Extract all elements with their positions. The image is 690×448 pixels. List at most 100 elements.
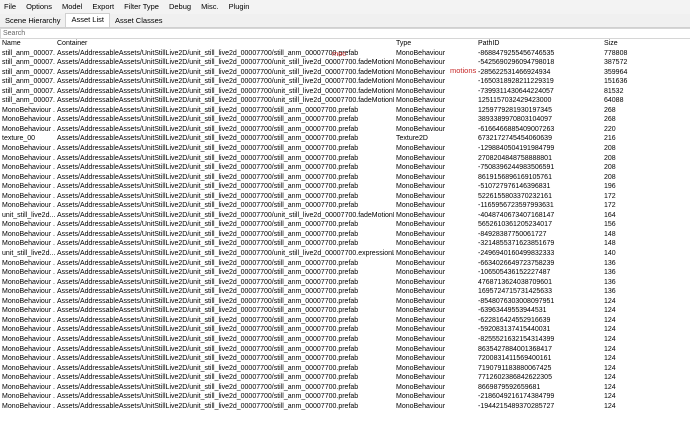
search-input[interactable]: Search bbox=[0, 28, 690, 39]
tab-asset-list[interactable]: Asset List bbox=[65, 13, 110, 27]
table-row[interactable]: MonoBehaviour ... Assets/AddressableAsset… bbox=[0, 383, 690, 393]
cell-name: MonoBehaviour ... bbox=[2, 183, 55, 191]
cell-name: MonoBehaviour ... bbox=[2, 106, 55, 114]
menu-plugin[interactable]: Plugin bbox=[224, 0, 255, 14]
menu-options[interactable]: Options bbox=[21, 0, 57, 14]
table-row[interactable]: still_anm_00007... Assets/AddressableAsse… bbox=[0, 58, 690, 68]
cell-name: MonoBehaviour ... bbox=[2, 278, 55, 286]
table-row[interactable]: MonoBehaviour ... Assets/AddressableAsset… bbox=[0, 259, 690, 269]
cell-name: still_anm_00007... bbox=[2, 68, 55, 76]
cell-type: MonoBehaviour bbox=[396, 335, 446, 343]
cell-container: Assets/AddressableAssets/UnitStillLive2D… bbox=[57, 393, 359, 401]
column-header-name[interactable]: Name bbox=[0, 39, 55, 49]
cell-type: MonoBehaviour bbox=[396, 230, 446, 238]
cell-name: MonoBehaviour ... bbox=[2, 230, 55, 238]
tab-asset-classes[interactable]: Asset Classes bbox=[110, 15, 168, 27]
cell-pathid: 8619156896169105761 bbox=[478, 173, 552, 181]
cell-name: MonoBehaviour ... bbox=[2, 326, 55, 334]
table-row[interactable]: MonoBehaviour ... Assets/AddressableAsset… bbox=[0, 364, 690, 374]
cell-container: Assets/AddressableAssets/UnitStillLive2D… bbox=[57, 335, 359, 343]
table-row[interactable]: MonoBehaviour ... Assets/AddressableAsset… bbox=[0, 239, 690, 249]
table-row[interactable]: MonoBehaviour ... Assets/AddressableAsset… bbox=[0, 106, 690, 116]
table-row[interactable]: MonoBehaviour ... Assets/AddressableAsset… bbox=[0, 115, 690, 125]
table-row[interactable]: MonoBehaviour ... Assets/AddressableAsset… bbox=[0, 345, 690, 355]
table-row[interactable]: MonoBehaviour ... Assets/AddressableAsset… bbox=[0, 354, 690, 364]
table-row[interactable]: MonoBehaviour ... Assets/AddressableAsset… bbox=[0, 373, 690, 383]
table-row[interactable]: MonoBehaviour ... Assets/AddressableAsset… bbox=[0, 182, 690, 192]
table-row[interactable]: MonoBehaviour ... Assets/AddressableAsset… bbox=[0, 173, 690, 183]
cell-name: MonoBehaviour ... bbox=[2, 335, 55, 343]
table-row[interactable]: MonoBehaviour ... Assets/AddressableAsset… bbox=[0, 192, 690, 202]
column-header-pathid[interactable]: PathID bbox=[476, 39, 602, 49]
cell-size: 81532 bbox=[604, 87, 624, 95]
table-row[interactable]: unit_still_live2d... Assets/AddressableAs… bbox=[0, 211, 690, 221]
cell-type: MonoBehaviour bbox=[396, 278, 446, 286]
menu-debug[interactable]: Debug bbox=[164, 0, 196, 14]
cell-pathid: -84928387750061727 bbox=[478, 230, 547, 238]
table-row[interactable]: MonoBehaviour ... Assets/AddressableAsset… bbox=[0, 306, 690, 316]
column-header-container[interactable]: Container bbox=[55, 39, 394, 49]
table-row[interactable]: MonoBehaviour ... Assets/AddressableAsset… bbox=[0, 268, 690, 278]
cell-pathid: -5425690296094798018 bbox=[478, 59, 555, 67]
cell-name: MonoBehaviour ... bbox=[2, 374, 55, 382]
cell-pathid: 5226155803370232161 bbox=[478, 192, 552, 200]
table-row[interactable]: still_anm_00007... Assets/AddressableAsse… bbox=[0, 77, 690, 87]
cell-container: Assets/AddressableAssets/UnitStillLive2D… bbox=[57, 202, 359, 210]
cell-pathid: 8669879592659681 bbox=[478, 383, 541, 391]
cell-type: MonoBehaviour bbox=[396, 211, 446, 219]
cell-name: MonoBehaviour ... bbox=[2, 307, 55, 315]
table-row[interactable]: MonoBehaviour ... Assets/AddressableAsset… bbox=[0, 297, 690, 307]
table-row[interactable]: still_anm_00007... Assets/AddressableAsse… bbox=[0, 68, 690, 78]
table-row[interactable]: MonoBehaviour ... Assets/AddressableAsset… bbox=[0, 125, 690, 135]
cell-size: 172 bbox=[604, 202, 616, 210]
table-row[interactable]: MonoBehaviour ... Assets/AddressableAsset… bbox=[0, 201, 690, 211]
menu-model[interactable]: Model bbox=[57, 0, 87, 14]
menu-file[interactable]: File bbox=[0, 0, 21, 14]
cell-container: Assets/AddressableAssets/UnitStillLive2D… bbox=[57, 288, 359, 296]
table-row[interactable]: still_anm_00007... Assets/AddressableAsse… bbox=[0, 96, 690, 106]
table-row[interactable]: unit_still_live2d... Assets/AddressableAs… bbox=[0, 249, 690, 259]
table-row[interactable]: MonoBehaviour ... Assets/AddressableAsset… bbox=[0, 230, 690, 240]
cell-name: still_anm_00007... bbox=[2, 97, 55, 105]
cell-pathid: -622816424552916639 bbox=[478, 316, 551, 324]
menu-misc[interactable]: Misc. bbox=[196, 0, 224, 14]
cell-size: 387572 bbox=[604, 59, 628, 67]
cell-pathid: -1944215489370285727 bbox=[478, 402, 555, 410]
cell-pathid: -2496940160499832333 bbox=[478, 250, 555, 258]
table-row[interactable]: MonoBehaviour ... Assets/AddressableAsset… bbox=[0, 335, 690, 345]
cell-size: 124 bbox=[604, 307, 616, 315]
table-row[interactable]: MonoBehaviour ... Assets/AddressableAsset… bbox=[0, 325, 690, 335]
cell-name: MonoBehaviour ... bbox=[2, 173, 55, 181]
column-header-size[interactable]: Size bbox=[602, 39, 690, 49]
cell-name: texture_00 bbox=[2, 135, 36, 143]
menu-export[interactable]: Export bbox=[87, 0, 119, 14]
table-row[interactable]: MonoBehaviour ... Assets/AddressableAsset… bbox=[0, 220, 690, 230]
table-row[interactable]: MonoBehaviour ... Assets/AddressableAsset… bbox=[0, 154, 690, 164]
cell-container: Assets/AddressableAssets/UnitStillLive2D… bbox=[57, 116, 359, 124]
cell-type: MonoBehaviour bbox=[396, 383, 446, 391]
cell-size: 124 bbox=[604, 335, 616, 343]
table-row[interactable]: MonoBehaviour ... Assets/AddressableAsset… bbox=[0, 316, 690, 326]
tab-scene-hierarchy[interactable]: Scene Hierarchy bbox=[0, 15, 65, 27]
table-row[interactable]: MonoBehaviour ... Assets/AddressableAsset… bbox=[0, 287, 690, 297]
cell-pathid: -8255521632154314399 bbox=[478, 335, 555, 343]
table-row[interactable]: MonoBehaviour ... Assets/AddressableAsset… bbox=[0, 402, 690, 412]
cell-pathid: -1298840504191984799 bbox=[478, 145, 555, 153]
menu-filter-type[interactable]: Filter Type bbox=[119, 0, 164, 14]
table-row[interactable]: MonoBehaviour ... Assets/AddressableAsset… bbox=[0, 163, 690, 173]
cell-size: 124 bbox=[604, 383, 616, 391]
table-row[interactable]: texture_00 Assets/AddressableAssets/UnitS… bbox=[0, 134, 690, 144]
table-row[interactable]: MonoBehaviour ... Assets/AddressableAsset… bbox=[0, 392, 690, 402]
table-row[interactable]: MonoBehaviour ... Assets/AddressableAsset… bbox=[0, 144, 690, 154]
table-row[interactable]: still_anm_00007... Assets/AddressableAsse… bbox=[0, 87, 690, 97]
cell-name: MonoBehaviour ... bbox=[2, 164, 55, 172]
cell-type: MonoBehaviour bbox=[396, 402, 446, 410]
column-header-type[interactable]: Type bbox=[394, 39, 476, 49]
cell-size: 268 bbox=[604, 116, 616, 124]
cell-size: 148 bbox=[604, 230, 616, 238]
cell-name: MonoBehaviour ... bbox=[2, 345, 55, 353]
table-row[interactable]: MonoBehaviour ... Assets/AddressableAsset… bbox=[0, 278, 690, 288]
cell-pathid: -8688479255456746535 bbox=[478, 49, 555, 57]
cell-pathid: -3214855371623851679 bbox=[478, 240, 555, 248]
cell-pathid: -510727976146396831 bbox=[478, 183, 551, 191]
